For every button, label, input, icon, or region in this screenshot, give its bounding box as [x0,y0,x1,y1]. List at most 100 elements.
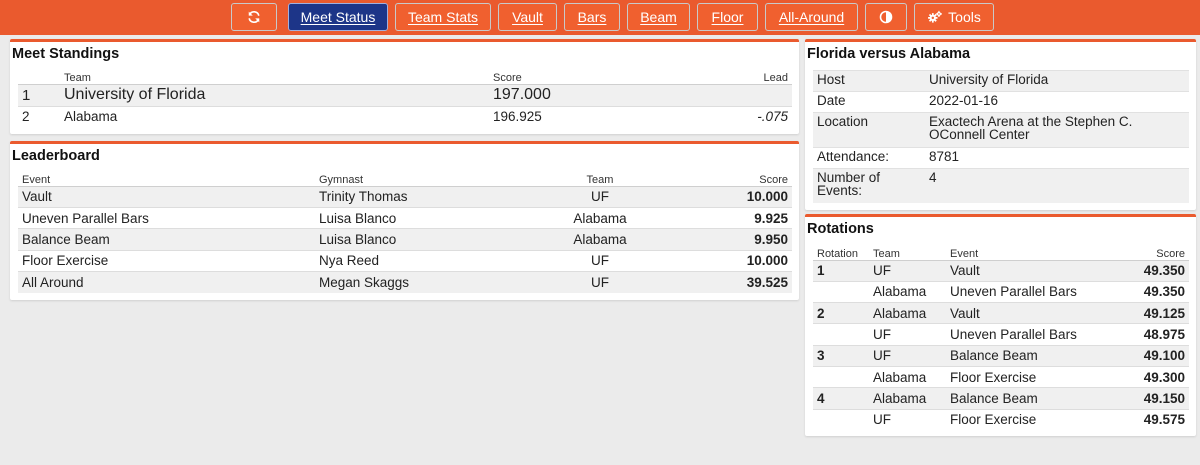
team-cell: UF [869,259,946,282]
event-cell: Balance Beam [946,344,1106,367]
table-row: Alabama Uneven Parallel Bars 49.350 [813,280,1189,303]
table-row: UF Floor Exercise 49.575 [813,408,1189,431]
score-cell: 49.150 [1106,387,1189,410]
score-cell: 49.575 [1106,408,1189,431]
refresh-button[interactable] [231,3,277,31]
event-cell: Vault [946,302,1106,324]
info-row-location: Location Exactech Arena at the Stephen C… [813,112,1189,148]
gymnast-cell: Trinity Thomas [315,185,535,208]
team-cell: UF [535,185,665,208]
table-row: Floor Exercise Nya Reed UF 10.000 [18,249,792,272]
table-row: 2 Alabama Vault 49.125 [813,302,1189,324]
score-cell: 48.975 [1106,323,1189,346]
event-cell: Uneven Parallel Bars [946,280,1106,303]
rotation-cell: 4 [813,387,869,410]
team-cell: UF [869,323,946,346]
rotations-score-header: Score [1106,245,1189,261]
meet-info-panel: Florida versus Alabama Host University o… [805,39,1196,210]
table-row: 1 University of Florida 197.000 [18,83,792,106]
event-cell: Floor Exercise [946,365,1106,388]
contrast-icon [879,10,893,24]
rotations-panel: Rotations Rotation Team Event Score 1 UF… [805,214,1196,436]
lead-cell: -.075 [669,105,792,127]
rotation-cell [813,408,869,431]
team-cell: Alabama [535,228,665,251]
standings-score-header: Score [489,69,669,85]
table-row: 2 Alabama 196.925 -.075 [18,105,792,127]
leaderboard-team-header: Team [535,171,665,187]
score-cell: 49.350 [1106,280,1189,303]
rotations-table: Rotation Team Event Score 1 UF Vault 49.… [813,245,1189,431]
leaderboard-title: Leaderboard [12,148,100,164]
event-cell: All Around [18,271,315,293]
rank-cell: 1 [18,83,60,106]
score-cell: 49.350 [1106,259,1189,282]
info-value: University of Florida [925,70,1189,92]
table-row: Vault Trinity Thomas UF 10.000 [18,185,792,208]
team-cell: Alabama [869,280,946,303]
lead-cell [669,83,792,106]
rotations-team-header: Team [869,245,946,261]
team-cell: Alabama [869,387,946,410]
tools-button[interactable]: Tools [914,3,994,31]
info-label: Location [813,112,925,148]
team-cell: Alabama [535,206,665,229]
score-cell: 49.125 [1106,302,1189,324]
leaderboard-panel: Leaderboard Event Gymnast Team Score Vau… [10,141,799,300]
info-row-events: Number of Events: 4 [813,168,1189,203]
team-cell: Alabama [60,105,489,127]
leaderboard-table: Event Gymnast Team Score Vault Trinity T… [18,171,792,293]
info-label: Number of Events: [813,168,925,203]
event-cell: Uneven Parallel Bars [18,206,315,229]
meet-standings-panel: Meet Standings Team Score Lead 1 Univers… [10,39,799,134]
team-cell: Alabama [869,302,946,324]
team-cell: UF [869,344,946,367]
meet-info-title: Florida versus Alabama [807,46,971,62]
info-row-date: Date 2022-01-16 [813,91,1189,113]
rotations-event-header: Event [946,245,1106,261]
floor-button[interactable]: Floor [697,3,758,31]
team-cell: UF [869,408,946,431]
table-row: 3 UF Balance Beam 49.100 [813,344,1189,367]
score-cell: 9.950 [665,228,792,251]
table-row: All Around Megan Skaggs UF 39.525 [18,271,792,293]
gymnast-cell: Megan Skaggs [315,271,535,293]
event-cell: Vault [18,185,315,208]
rotation-cell [813,365,869,388]
gears-icon [928,10,943,23]
bars-button[interactable]: Bars [564,3,620,31]
score-cell: 10.000 [665,185,792,208]
event-cell: Balance Beam [18,228,315,251]
info-label: Host [813,70,925,92]
meet-status-button[interactable]: Meet Status [288,3,388,31]
score-cell: 39.525 [665,271,792,293]
info-value: 2022-01-16 [925,91,1189,113]
meet-info-table: Host University of Florida Date 2022-01-… [813,70,1189,203]
table-row: 4 Alabama Balance Beam 49.150 [813,387,1189,410]
rotation-cell: 3 [813,344,869,367]
score-cell: 49.300 [1106,365,1189,388]
standings-title: Meet Standings [12,46,120,62]
team-cell: UF [535,271,665,293]
info-label: Attendance: [813,147,925,169]
theme-toggle-button[interactable] [865,3,907,31]
info-value: Exactech Arena at the Stephen C. OConnel… [925,112,1189,148]
team-cell: University of Florida [60,83,489,106]
rotations-title: Rotations [807,221,874,237]
info-row-attendance: Attendance: 8781 [813,147,1189,169]
all-around-button[interactable]: All-Around [765,3,858,31]
rotation-cell: 1 [813,259,869,282]
score-cell: 10.000 [665,249,792,272]
team-stats-button[interactable]: Team Stats [395,3,491,31]
gymnast-cell: Luisa Blanco [315,206,535,229]
info-value: 8781 [925,147,1189,169]
team-cell: Alabama [869,365,946,388]
beam-button[interactable]: Beam [627,3,690,31]
table-row: 1 UF Vault 49.350 [813,259,1189,282]
info-label: Date [813,91,925,113]
event-cell: Floor Exercise [946,408,1106,431]
standings-table: Team Score Lead 1 University of Florida … [18,69,792,127]
table-row: UF Uneven Parallel Bars 48.975 [813,323,1189,346]
vault-button[interactable]: Vault [498,3,557,31]
standings-team-header: Team [60,69,489,85]
